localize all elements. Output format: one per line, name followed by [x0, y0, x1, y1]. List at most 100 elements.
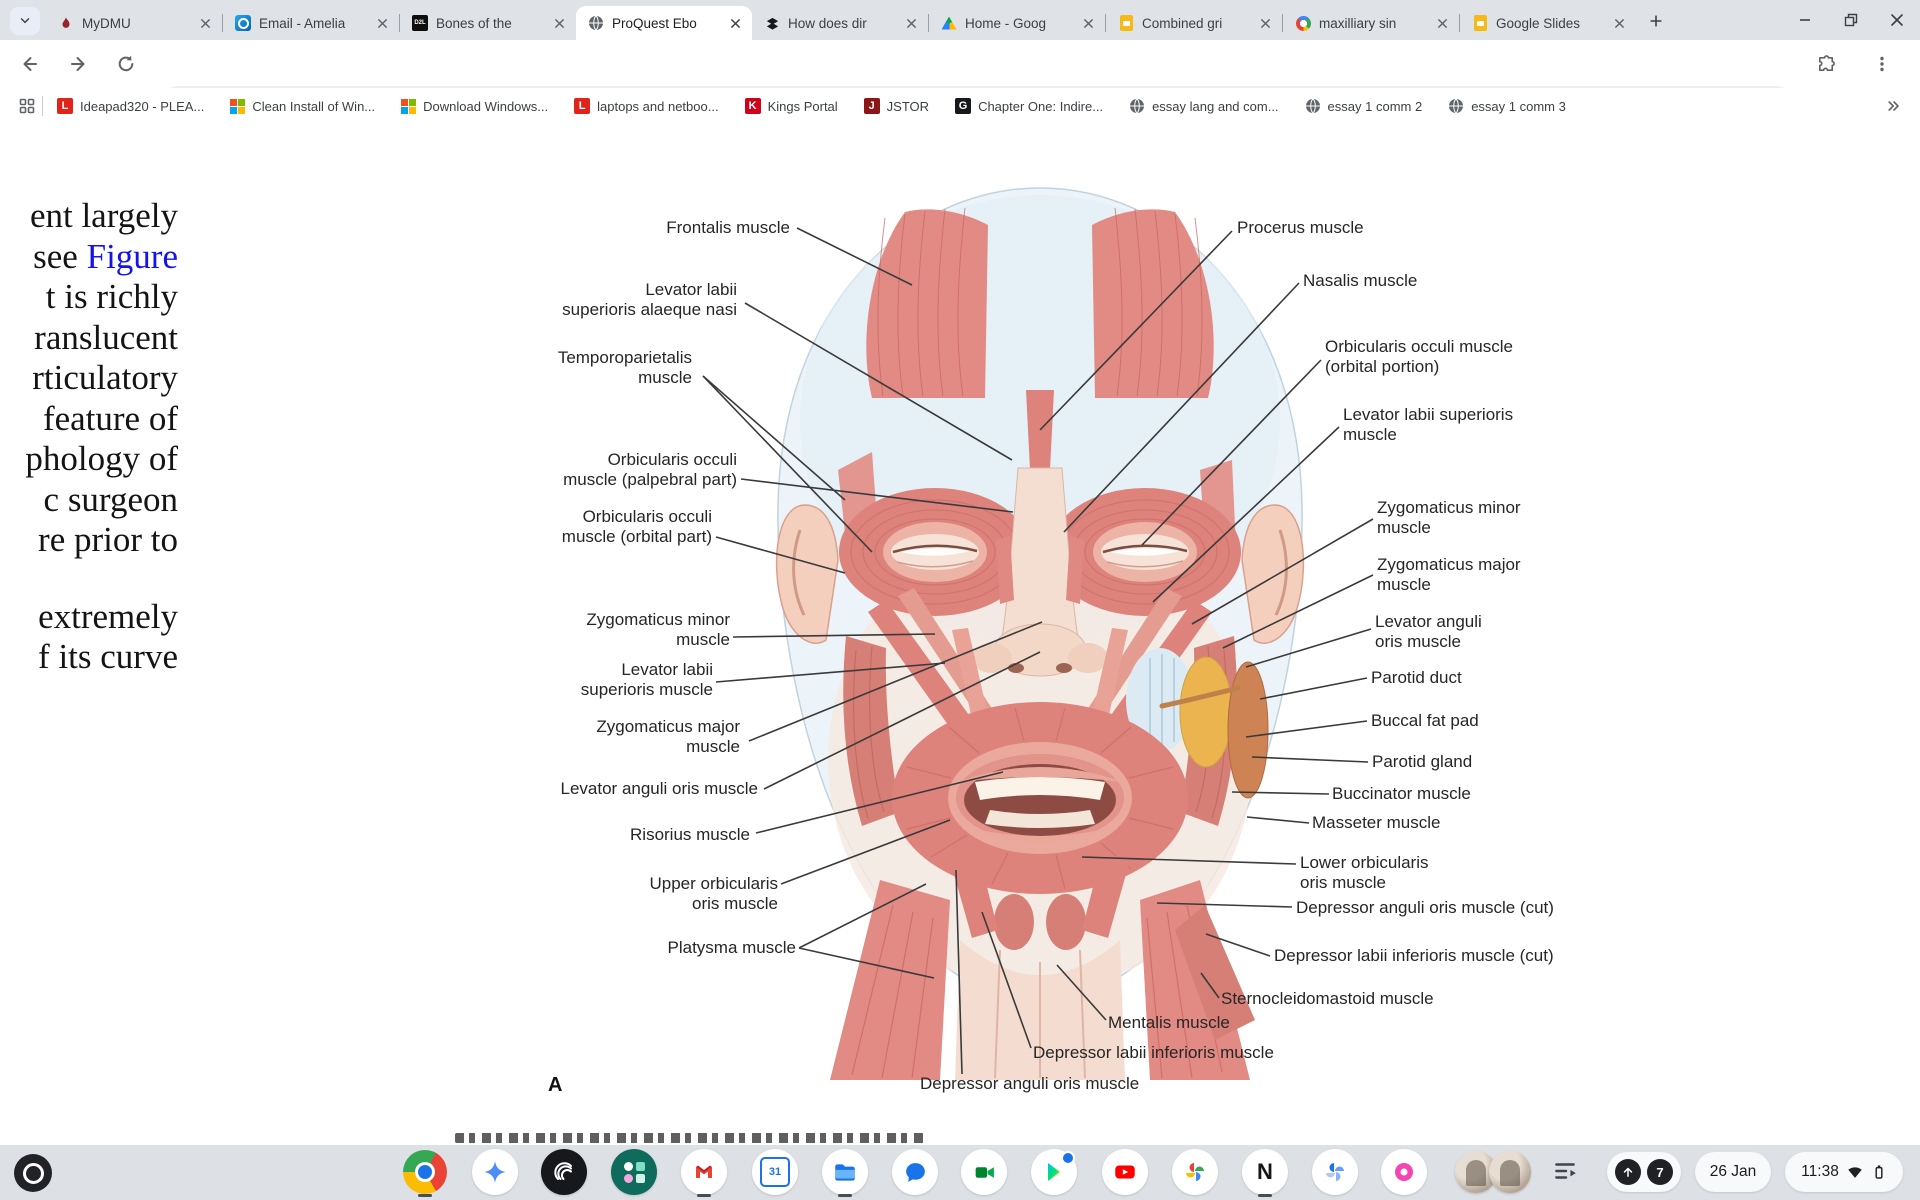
new-tab-button[interactable]: [1642, 7, 1670, 35]
extensions-button[interactable]: [1812, 50, 1840, 78]
launcher-button[interactable]: [14, 1154, 52, 1192]
play-store-icon[interactable]: [1031, 1149, 1077, 1195]
bookmark-jstor[interactable]: J JSTOR: [864, 98, 929, 114]
figure-label: Buccinator muscle: [1332, 784, 1471, 804]
lenovo-letter-icon: L: [574, 98, 590, 114]
bookmark-kings-portal[interactable]: K Kings Portal: [745, 98, 838, 114]
tab-how-does[interactable]: How does dir: [752, 6, 928, 40]
bookmarks-overflow-button[interactable]: [1886, 98, 1902, 114]
tab-google-slides[interactable]: Google Slides: [1460, 6, 1636, 40]
figure-label: Depressor labii inferioris muscle (cut): [1274, 946, 1554, 966]
tab-close-icon[interactable]: [902, 14, 920, 32]
tab-drive-home[interactable]: Home - Goog: [929, 6, 1105, 40]
figure-label: Upper orbicularis oris muscle: [650, 874, 779, 913]
back-button[interactable]: [16, 50, 44, 78]
status-tray[interactable]: 11:38: [1785, 1152, 1903, 1192]
tab-mydmu[interactable]: MyDMU: [46, 6, 222, 40]
minimize-icon: [1798, 13, 1812, 27]
youtube-icon[interactable]: [1102, 1149, 1148, 1195]
reload-icon: [115, 53, 137, 75]
bookmark-label: Download Windows...: [423, 99, 548, 114]
tab-title: Bones of the: [436, 16, 542, 31]
tab-maxilliary[interactable]: maxilliary sin: [1283, 6, 1459, 40]
globe-icon: [1129, 98, 1145, 114]
notifications-tray[interactable]: 7: [1607, 1152, 1681, 1192]
browser-toolbar: ebookcentral.proquest.com/lib/dmu/reader…: [0, 40, 1920, 88]
photos-pinwheel-icon[interactable]: [1172, 1149, 1218, 1195]
gmail-icon[interactable]: [681, 1149, 727, 1195]
notion-icon[interactable]: N: [1242, 1149, 1288, 1195]
text-line: f its curve: [0, 637, 178, 678]
g-letter-icon: G: [955, 98, 971, 114]
bookmark-download-windows[interactable]: Download Windows...: [401, 99, 548, 114]
forward-button[interactable]: [64, 50, 92, 78]
tab-close-icon[interactable]: [1433, 14, 1451, 32]
text-line: re prior to: [0, 520, 178, 561]
text-line: see Figure: [0, 237, 178, 278]
tab-close-icon[interactable]: [373, 14, 391, 32]
text-line: c surgeon: [0, 480, 178, 521]
globe-icon: [1305, 98, 1321, 114]
bookmark-ideapad[interactable]: L Ideapad320 - PLEA...: [57, 98, 204, 114]
bookmark-label: Kings Portal: [768, 99, 838, 114]
browser-menu-button[interactable]: [1868, 50, 1896, 78]
bookmark-label: essay lang and com...: [1152, 99, 1278, 114]
chrome-icon[interactable]: [402, 1149, 448, 1195]
text-line: extremely: [0, 597, 178, 638]
pink-app-icon[interactable]: [1381, 1149, 1427, 1195]
arcs-app-icon[interactable]: [541, 1149, 587, 1195]
bookmark-essay-lang[interactable]: essay lang and com...: [1129, 98, 1278, 114]
tab-d2l[interactable]: D2L Bones of the: [400, 6, 576, 40]
figure-label: Zygomaticus minor muscle: [586, 610, 730, 649]
tab-email[interactable]: Email - Amelia: [223, 6, 399, 40]
bookmark-label: Ideapad320 - PLEA...: [80, 99, 204, 114]
figure-label: Parotid gland: [1372, 752, 1472, 772]
apps-grid-button[interactable]: [18, 97, 36, 115]
tab-title: Combined gri: [1142, 16, 1248, 31]
gemini-icon[interactable]: [472, 1149, 518, 1195]
files-icon[interactable]: [822, 1149, 868, 1195]
tab-proquest-active[interactable]: ProQuest Ebo: [576, 6, 752, 40]
tab-close-icon[interactable]: [726, 14, 744, 32]
tab-combined-grid[interactable]: Combined gri: [1106, 6, 1282, 40]
bookmark-label: Chapter One: Indire...: [978, 99, 1103, 114]
text-line: feature of: [0, 399, 178, 440]
d2l-icon: D2L: [412, 15, 428, 31]
tab-close-icon[interactable]: [196, 14, 214, 32]
tab-search-button[interactable]: [10, 7, 40, 35]
tab-close-icon[interactable]: [1079, 14, 1097, 32]
bookmark-chapter-one[interactable]: G Chapter One: Indire...: [955, 98, 1103, 114]
restore-button[interactable]: [1828, 0, 1874, 40]
lenovo-letter-icon: L: [57, 98, 73, 114]
date-tray[interactable]: 26 Jan: [1695, 1152, 1771, 1192]
figure-label: Depressor anguli oris muscle (cut): [1296, 898, 1554, 918]
reader-text-column: ent largely see Figure t is richly ransl…: [0, 196, 178, 678]
google-drive-icon: [941, 15, 957, 31]
close-window-button[interactable]: [1874, 0, 1920, 40]
bookmark-clean-install[interactable]: Clean Install of Win...: [230, 99, 375, 114]
bookmark-label: essay 1 comm 2: [1328, 99, 1423, 114]
bookmark-essay-comm3[interactable]: essay 1 comm 3: [1448, 98, 1566, 114]
bookmark-laptops[interactable]: L laptops and netboo...: [574, 98, 718, 114]
blue-pinwheel-app-icon[interactable]: [1312, 1149, 1358, 1195]
tab-close-icon[interactable]: [1256, 14, 1274, 32]
kings-letter-icon: K: [745, 98, 761, 114]
camera-meet-icon[interactable]: [961, 1149, 1007, 1195]
playlist-queue-icon[interactable]: [1552, 1158, 1578, 1184]
minimize-button[interactable]: [1782, 0, 1828, 40]
microsoft-icon: [401, 99, 416, 114]
messages-icon[interactable]: [892, 1149, 938, 1195]
shapes-app-icon[interactable]: [611, 1149, 657, 1195]
bookmark-essay-comm2[interactable]: essay 1 comm 2: [1305, 98, 1423, 114]
tab-title: Email - Amelia: [259, 16, 365, 31]
tab-close-icon[interactable]: [550, 14, 568, 32]
calendar-icon[interactable]: 31: [752, 1149, 798, 1195]
figure-link[interactable]: Figure: [87, 237, 178, 276]
text-line: rticulatory: [0, 358, 178, 399]
tab-close-icon[interactable]: [1610, 14, 1628, 32]
double-chevron-right-icon: [1886, 98, 1902, 114]
reload-button[interactable]: [112, 50, 140, 78]
running-indicator: [418, 1194, 432, 1197]
avatar[interactable]: [1489, 1151, 1531, 1193]
tab-title: How does dir: [788, 16, 894, 31]
